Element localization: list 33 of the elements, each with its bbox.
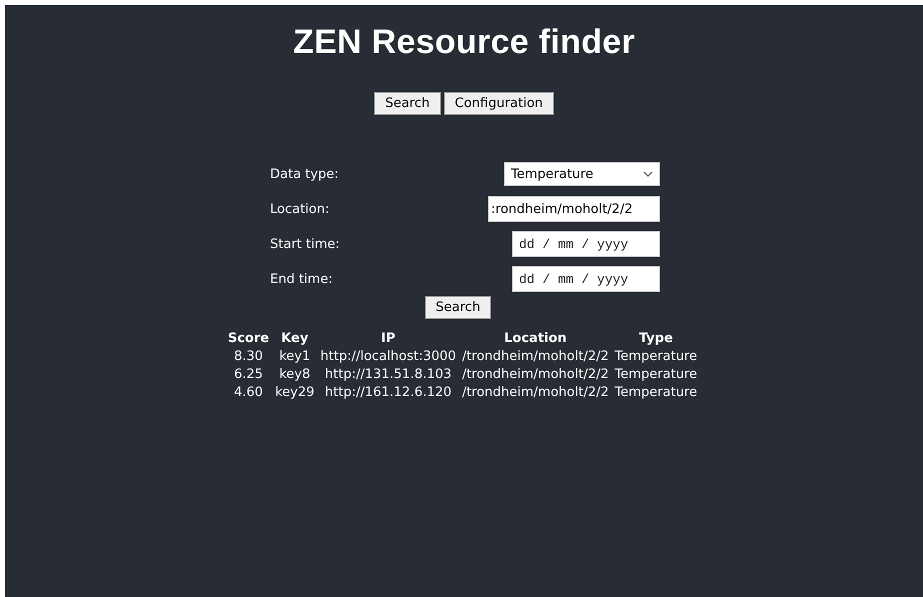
column-header: IP [380,331,396,346]
table-cell-text: key8 [278,367,312,382]
column-header: Score [226,331,270,346]
column-header: Location [503,331,568,346]
table-cell-text: http://localhost:3000 [319,349,458,364]
end-date-input[interactable]: dd / mm / yyyy [512,266,660,292]
field-label: End time: [270,272,333,286]
table-cell-text: http://131.51.8.103 [324,367,453,382]
table-cell-text: Temperature [614,367,698,382]
table-cell-text: 4.60 [233,385,264,400]
data-type-dropdown[interactable]: Temperature [504,162,660,186]
nav-button[interactable]: Search [374,92,441,115]
table-cell-text: key29 [274,385,316,400]
table-cell-text: /trondheim/moholt/2/2 [461,367,610,382]
field-label: Start time: [270,236,340,252]
table-cell-text: http://161.12.6.120 [324,385,453,400]
table-cell-text: /trondheim/moholt/2/2 [461,385,610,400]
field-label: Data type: [270,166,339,182]
table-cell-text: Temperature [614,385,698,400]
column-header: Key [280,331,310,346]
chevron-down-icon [643,171,653,177]
table-cell-text: Temperature [614,349,698,364]
table-cell-text: 8.30 [233,349,264,364]
page-title: ZEN Resource finder [293,23,635,62]
table-cell-text: /trondheim/moholt/2/2 [461,349,610,364]
nav-button[interactable]: Configuration [444,92,554,115]
location-input[interactable]: :rondheim/moholt/2/2 [488,196,660,222]
search-button[interactable]: Search [424,296,492,319]
field-label: Location: [270,202,330,216]
column-header: Type [638,331,674,346]
table-cell-text: key1 [278,349,312,364]
start-date-input[interactable]: dd / mm / yyyy [512,231,660,257]
table-cell-text: 6.25 [233,367,264,382]
